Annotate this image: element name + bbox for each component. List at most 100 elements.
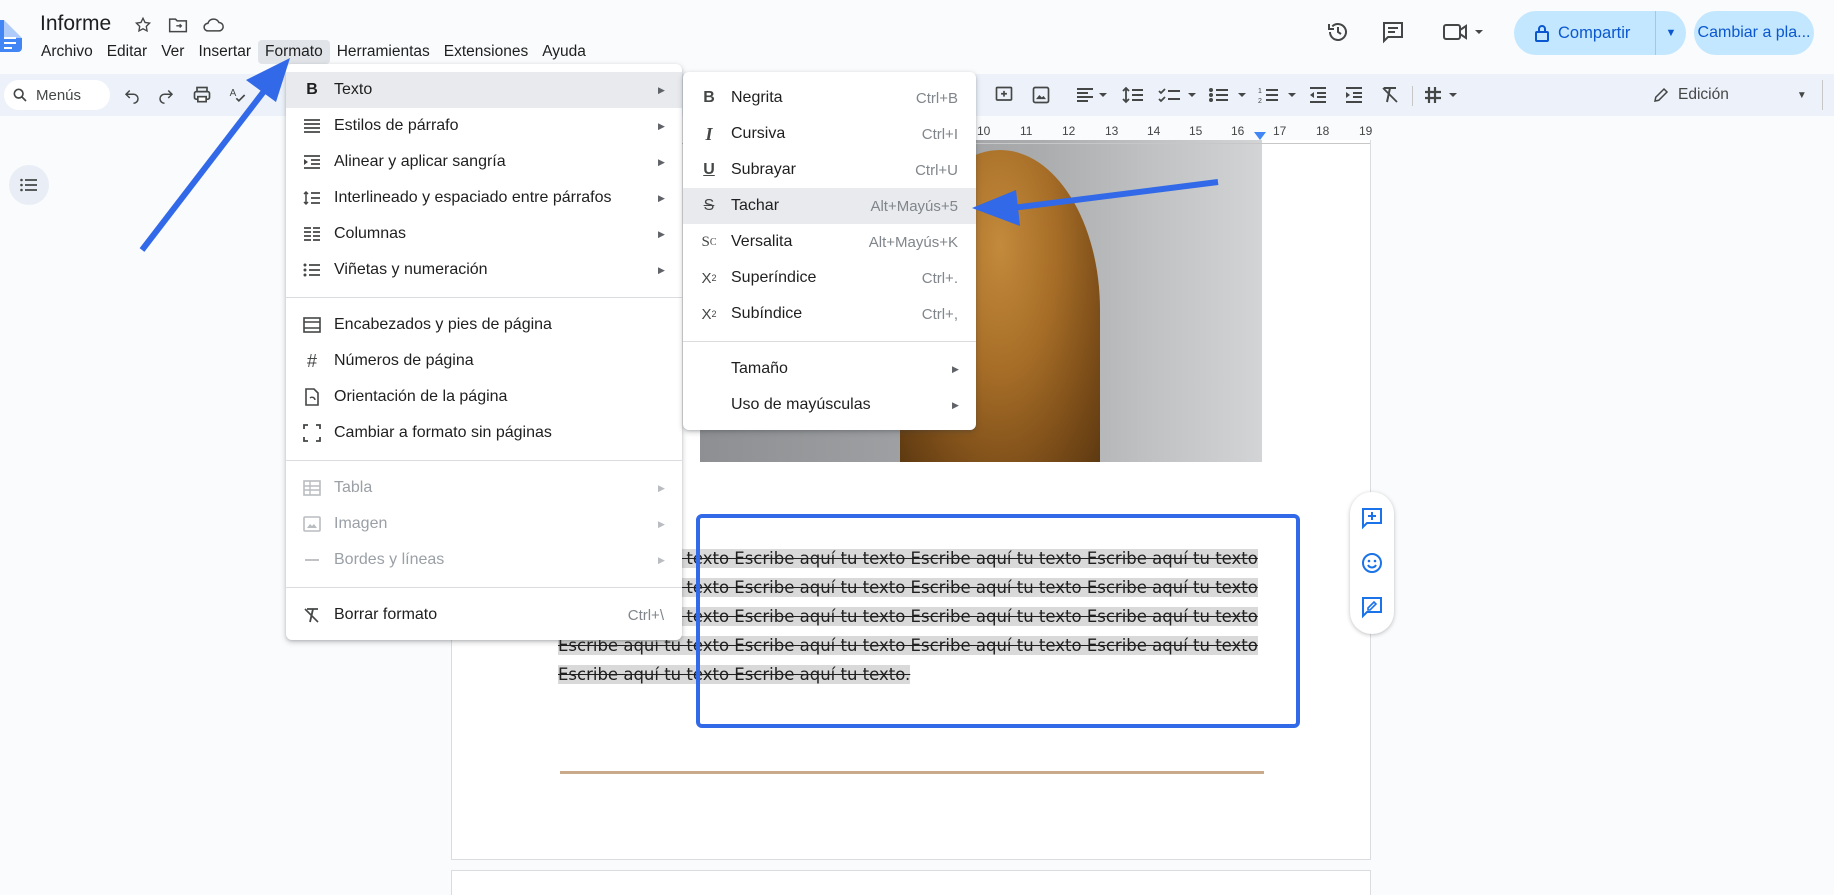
menu-insertar[interactable]: Insertar	[191, 40, 258, 64]
text-menu-item-mayusculas[interactable]: Uso de mayúsculas ▶	[683, 387, 976, 423]
subscript-icon: X2	[701, 305, 717, 323]
share-label: Compartir	[1558, 23, 1631, 42]
insert-image-icon[interactable]	[1031, 83, 1051, 107]
document-page-next[interactable]	[451, 870, 1371, 895]
line-spacing-icon[interactable]	[1122, 83, 1144, 107]
format-menu-item-encabezados[interactable]: Encabezados y pies de página	[286, 307, 682, 343]
cloud-saved-icon[interactable]	[201, 13, 225, 37]
menus-search[interactable]: Menús	[4, 80, 110, 110]
document-title[interactable]: Informe	[40, 12, 111, 36]
document-outline-button[interactable]	[9, 165, 49, 205]
ruler-label: 13	[1105, 124, 1119, 138]
bulleted-list-icon[interactable]	[1208, 83, 1250, 107]
svg-text:1: 1	[1258, 88, 1262, 95]
numbered-list-icon[interactable]: 12	[1258, 83, 1300, 107]
image-icon	[300, 516, 324, 532]
small-caps-icon: SC	[701, 233, 717, 250]
search-icon	[13, 88, 27, 102]
format-menu-item-interlineado[interactable]: Interlineado y espaciado entre párrafos …	[286, 180, 682, 216]
emoji-reaction-icon[interactable]	[1360, 551, 1384, 575]
align-icon[interactable]	[1075, 83, 1109, 107]
outline-list-icon	[20, 178, 37, 192]
shortcut-label: Ctrl+.	[921, 269, 958, 287]
format-menu-item-alinear[interactable]: Alinear y aplicar sangría ▶	[286, 144, 682, 180]
menus-search-label: Menús	[36, 86, 82, 104]
annotation-highlight-box	[696, 514, 1300, 728]
share-button[interactable]: Compartir ▼	[1514, 11, 1686, 55]
page-orientation-icon	[300, 388, 324, 406]
redo-icon[interactable]	[156, 83, 176, 107]
history-icon[interactable]	[1326, 20, 1350, 44]
format-menu-item-orientacion[interactable]: Orientación de la página	[286, 379, 682, 415]
floating-side-tools	[1350, 492, 1394, 634]
toolbar-divider	[1412, 86, 1413, 106]
menu-herramientas[interactable]: Herramientas	[330, 40, 437, 64]
bullets-icon	[300, 262, 324, 278]
format-menu-item-numeros[interactable]: # Números de página	[286, 343, 682, 379]
comments-icon[interactable]	[1381, 20, 1405, 44]
print-icon[interactable]	[191, 83, 213, 107]
menu-archivo[interactable]: Archivo	[34, 40, 100, 64]
toolbar-edge-divider	[1822, 80, 1823, 110]
share-dropdown-icon[interactable]: ▼	[1656, 27, 1686, 39]
text-menu-item-versalita[interactable]: SC Versalita Alt+Mayús+K	[683, 224, 976, 260]
format-menu-item-borrar[interactable]: Borrar formato Ctrl+\	[286, 597, 682, 633]
editing-mode-selector[interactable]: Edición ▼	[1652, 80, 1807, 110]
add-comment-icon[interactable]	[994, 83, 1014, 107]
format-menu: B Texto ▶ Estilos de párrafo ▶ Alinear y…	[286, 64, 682, 640]
superscript-icon: X2	[701, 269, 717, 287]
menu-editar[interactable]: Editar	[100, 40, 155, 64]
submenu-arrow-icon: ▶	[658, 518, 665, 529]
meet-icon[interactable]	[1442, 20, 1486, 44]
lock-icon	[1535, 25, 1549, 42]
text-menu-item-subrayar[interactable]: U Subrayar Ctrl+U	[683, 152, 976, 188]
suggest-edit-icon[interactable]	[1360, 595, 1384, 619]
bold-icon: B	[703, 89, 715, 106]
text-menu-item-negrita[interactable]: B Negrita Ctrl+B	[683, 80, 976, 116]
star-icon[interactable]	[131, 13, 155, 37]
menu-formato[interactable]: Formato	[258, 40, 330, 64]
right-indent-marker-icon[interactable]	[1254, 132, 1266, 140]
text-menu-item-tachar[interactable]: S Tachar Alt+Mayús+5	[683, 188, 976, 224]
header-footer-icon	[300, 317, 324, 333]
format-menu-item-bordes: Bordes y líneas ▶	[286, 542, 682, 578]
undo-icon[interactable]	[122, 83, 142, 107]
increase-indent-icon[interactable]	[1344, 83, 1364, 107]
format-menu-item-texto[interactable]: B Texto ▶	[286, 72, 682, 108]
line-icon	[300, 552, 324, 568]
submenu-arrow-icon: ▶	[658, 554, 665, 565]
submenu-arrow-icon: ▶	[658, 84, 665, 95]
docs-logo-icon[interactable]	[0, 20, 22, 52]
ruler-label: 15	[1189, 124, 1203, 138]
text-menu-item-superindice[interactable]: X2 Superíndice Ctrl+.	[683, 260, 976, 296]
building-blocks-icon[interactable]	[1423, 83, 1463, 107]
menu-ayuda[interactable]: Ayuda	[535, 40, 593, 64]
pencil-icon	[1654, 87, 1669, 102]
decrease-indent-icon[interactable]	[1308, 83, 1328, 107]
clear-formatting-icon[interactable]	[1380, 83, 1400, 107]
menu-separator	[683, 341, 976, 342]
shortcut-label: Ctrl+I	[921, 125, 958, 143]
add-comment-icon[interactable]	[1360, 506, 1384, 530]
shortcut-label: Ctrl+B	[915, 89, 958, 107]
text-menu-item-subindice[interactable]: X2 Subíndice Ctrl+,	[683, 296, 976, 332]
format-menu-item-estilos[interactable]: Estilos de párrafo ▶	[286, 108, 682, 144]
text-menu-item-tamano[interactable]: Tamaño ▶	[683, 351, 976, 387]
format-menu-item-vinetas[interactable]: Viñetas y numeración ▶	[286, 252, 682, 288]
editing-mode-label: Edición	[1678, 86, 1729, 103]
format-menu-item-tabla: Tabla ▶	[286, 470, 682, 506]
shortcut-label: Alt+Mayús+K	[868, 233, 958, 251]
text-menu-item-cursiva[interactable]: I Cursiva Ctrl+I	[683, 116, 976, 152]
spellcheck-icon[interactable]: A	[228, 83, 248, 107]
move-folder-icon[interactable]	[166, 13, 190, 37]
submenu-arrow-icon: ▶	[658, 192, 665, 203]
chevron-down-icon: ▼	[1796, 89, 1807, 101]
horizontal-rule	[560, 771, 1264, 774]
format-menu-item-sin-paginas[interactable]: Cambiar a formato sin páginas	[286, 415, 682, 451]
menu-ver[interactable]: Ver	[154, 40, 191, 64]
svg-text:A: A	[230, 88, 237, 99]
switch-plan-button[interactable]: Cambiar a pla...	[1694, 11, 1814, 55]
format-menu-item-columnas[interactable]: Columnas ▶	[286, 216, 682, 252]
checklist-icon[interactable]	[1158, 83, 1200, 107]
menu-extensiones[interactable]: Extensiones	[437, 40, 535, 64]
